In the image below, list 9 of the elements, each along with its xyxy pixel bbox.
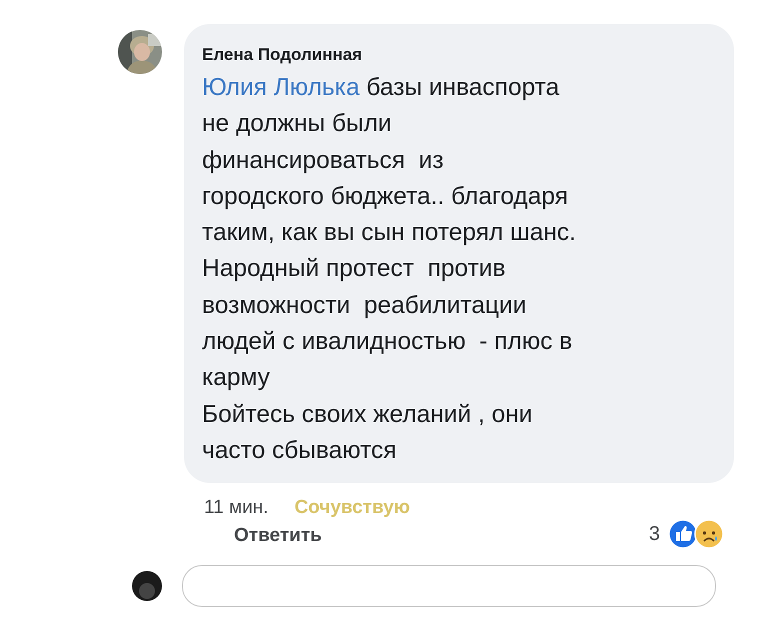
comment-input-field[interactable] xyxy=(182,565,716,608)
author-name[interactable]: Елена Подолинная xyxy=(202,44,734,66)
reply-link[interactable]: Ответить xyxy=(234,525,410,548)
timestamp[interactable]: 11 мин. xyxy=(204,497,268,520)
sad-face-icon xyxy=(694,519,724,550)
mention-link[interactable]: Юлия Люлька xyxy=(202,74,360,101)
comment-text: Юлия Люлька базы инваспорта не должны были финансироваться из городского бюджета.. благодаря таким, как вы сын потерял шанс. Народный протест против возможности реабилитации людей с ивалидностью - плюс в карму Бойтесь своих желаний , они часто сбываются xyxy=(202,73,577,466)
reaction-count[interactable]: 3 xyxy=(648,522,660,546)
thumbs-up-icon xyxy=(668,519,698,550)
